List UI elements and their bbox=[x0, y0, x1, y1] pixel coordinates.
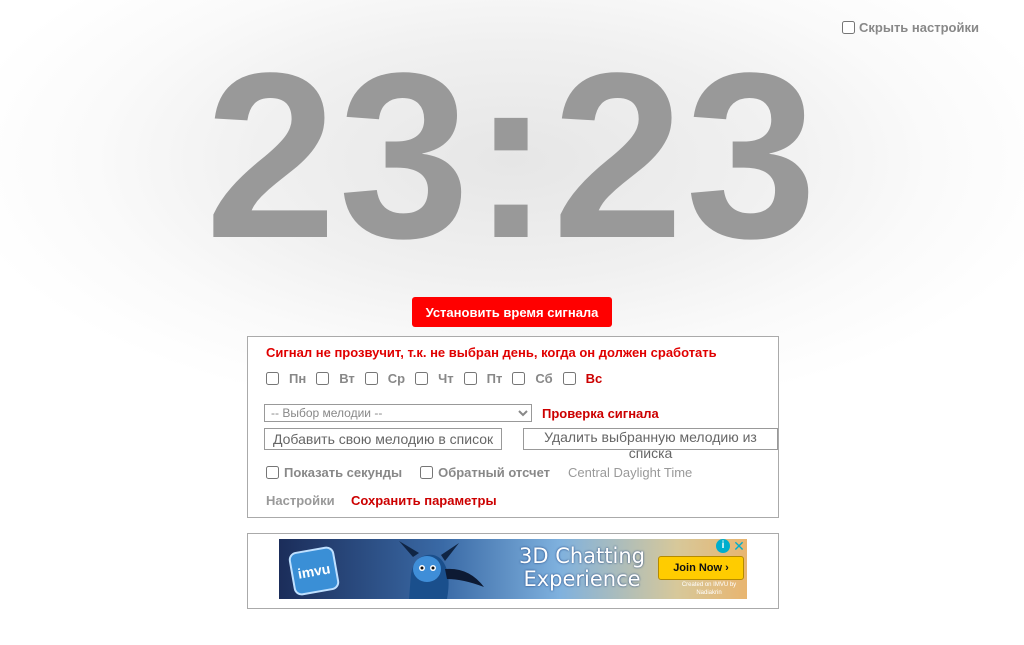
day-tue-label: Вт bbox=[339, 371, 355, 386]
show-seconds-label: Показать секунды bbox=[284, 465, 403, 480]
day-sun[interactable]: Вс bbox=[562, 371, 603, 386]
timezone-label: Central Daylight Time bbox=[568, 465, 693, 480]
day-sun-label: Вс bbox=[585, 371, 603, 386]
day-fri-checkbox[interactable] bbox=[463, 372, 477, 385]
melody-select[interactable]: -- Выбор мелодии -- bbox=[264, 404, 532, 422]
ad-close-icon[interactable]: ✕ bbox=[732, 539, 746, 553]
day-sun-checkbox[interactable] bbox=[562, 372, 576, 385]
imvu-logo: imvu bbox=[287, 545, 341, 597]
day-sat[interactable]: Сб bbox=[512, 371, 553, 386]
add-melody-button[interactable]: Добавить свою мелодию в список bbox=[264, 428, 503, 450]
ad-info-icon[interactable]: i bbox=[716, 539, 730, 553]
day-mon[interactable]: Пн bbox=[266, 371, 306, 386]
countdown-label: Обратный отсчет bbox=[438, 465, 550, 480]
ad-container: imvu 3D Chatting Experience Join Now › C… bbox=[247, 533, 779, 609]
ad-banner[interactable]: imvu 3D Chatting Experience Join Now › C… bbox=[279, 539, 747, 599]
day-wed-label: Ср bbox=[387, 371, 406, 386]
day-sat-label: Сб bbox=[535, 371, 553, 386]
settings-label: Настройки bbox=[266, 493, 335, 508]
day-fri-label: Пт bbox=[486, 371, 503, 386]
ad-headline: 3D Chatting Experience bbox=[519, 544, 645, 591]
day-fri[interactable]: Пт bbox=[463, 371, 503, 386]
warning-message: Сигнал не прозвучит, т.к. не выбран день… bbox=[266, 345, 717, 360]
test-signal-link[interactable]: Проверка сигнала bbox=[542, 406, 659, 421]
weekday-selector: Пн Вт Ср Чт Пт Сб Вс bbox=[266, 371, 612, 386]
day-wed[interactable]: Ср bbox=[364, 371, 406, 386]
delete-melody-button[interactable]: Удалить выбранную мелодию из списка bbox=[523, 428, 778, 461]
day-mon-label: Пн bbox=[289, 371, 307, 386]
countdown-option[interactable]: Обратный отсчет bbox=[420, 465, 550, 480]
avatar-character-image bbox=[399, 541, 484, 599]
show-seconds-option[interactable]: Показать секунды bbox=[266, 465, 402, 480]
clock-display: 23:23 bbox=[205, 24, 819, 288]
day-thu-label: Чт bbox=[438, 371, 454, 386]
day-wed-checkbox[interactable] bbox=[364, 372, 378, 385]
save-settings-link[interactable]: Сохранить параметры bbox=[351, 493, 497, 508]
day-tue[interactable]: Вт bbox=[316, 371, 355, 386]
day-sat-checkbox[interactable] bbox=[512, 372, 526, 385]
day-thu-checkbox[interactable] bbox=[415, 372, 429, 385]
day-mon-checkbox[interactable] bbox=[266, 372, 279, 385]
set-alarm-button[interactable]: Установить время сигнала bbox=[412, 297, 612, 327]
alarm-settings-panel: Сигнал не прозвучит, т.к. не выбран день… bbox=[247, 336, 779, 518]
day-thu[interactable]: Чт bbox=[415, 371, 454, 386]
display-options: Показать секунды Обратный отсчет Central… bbox=[266, 465, 692, 480]
ad-credit-text: Created on IMVU by Nadiakrin bbox=[681, 582, 737, 596]
show-seconds-checkbox[interactable] bbox=[266, 466, 279, 479]
day-tue-checkbox[interactable] bbox=[316, 372, 330, 385]
join-now-button[interactable]: Join Now › bbox=[658, 556, 744, 580]
countdown-checkbox[interactable] bbox=[420, 466, 434, 479]
